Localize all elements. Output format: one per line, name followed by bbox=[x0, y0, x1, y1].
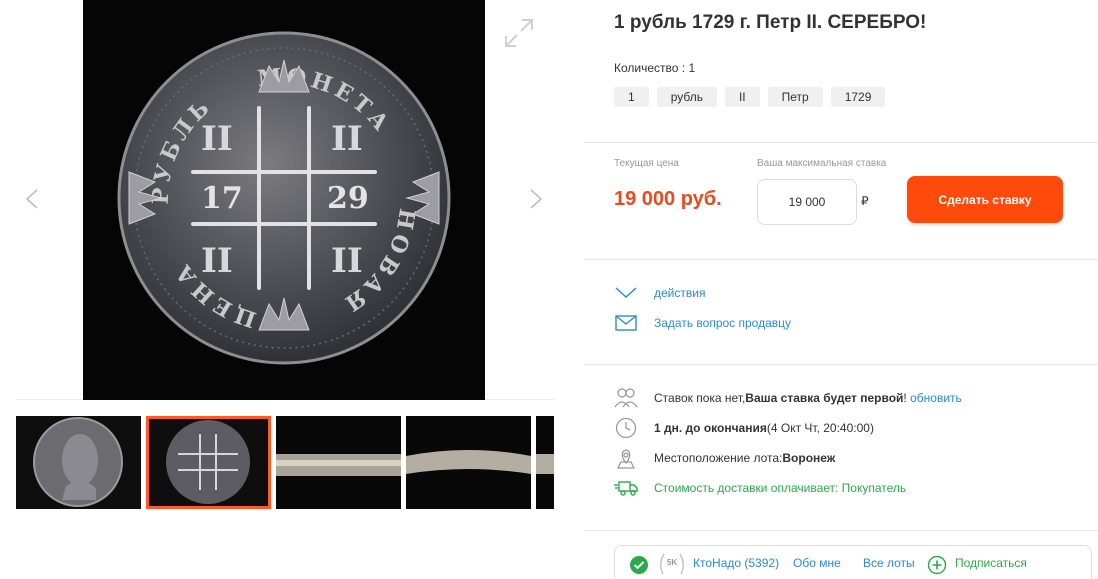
svg-text:II: II bbox=[201, 241, 233, 281]
currency-sign: ₽ bbox=[861, 194, 869, 208]
rating-badge: 5K bbox=[657, 550, 687, 578]
current-price-label: Текущая цена bbox=[614, 158, 679, 169]
thumbnail-edge-2[interactable] bbox=[406, 416, 531, 509]
location-label: Местоположение лота: bbox=[654, 451, 783, 465]
coin-reverse-photo: МОНЕТА РУБЛЬ НОВАЯ ЦЕНА bbox=[83, 0, 485, 400]
delivery-info: Стоимость доставки оплачивает: Покупател… bbox=[614, 477, 906, 499]
divider bbox=[584, 530, 1098, 531]
check-circle-icon bbox=[629, 555, 649, 579]
tag-item[interactable]: II bbox=[724, 87, 760, 107]
divider bbox=[584, 142, 1098, 143]
svg-text:II: II bbox=[331, 119, 363, 159]
expand-photo-button[interactable] bbox=[502, 16, 536, 50]
tag-list: 1 рубль II Петр 1729 bbox=[614, 87, 886, 107]
divider bbox=[584, 259, 1098, 260]
tag-item[interactable]: 1 bbox=[614, 87, 649, 107]
chevron-right-icon bbox=[530, 189, 543, 209]
refresh-link[interactable]: обновить bbox=[910, 391, 962, 405]
chevron-left-icon bbox=[25, 189, 38, 209]
thumbnail-reverse[interactable] bbox=[146, 416, 271, 509]
max-bid-label: Ваша максимальная ставка bbox=[757, 158, 887, 169]
svg-text:II: II bbox=[331, 241, 363, 281]
ask-seller-link[interactable]: Задать вопрос продавцу bbox=[614, 314, 791, 332]
main-photo[interactable]: МОНЕТА РУБЛЬ НОВАЯ ЦЕНА bbox=[83, 0, 485, 400]
thumbnail-edge-3[interactable] bbox=[536, 416, 554, 509]
bids-first-text: Ваша ставка будет первой bbox=[745, 391, 904, 405]
actions-label: действия bbox=[654, 286, 706, 300]
svg-text:II: II bbox=[201, 119, 233, 159]
thumbnail-edge-1[interactable] bbox=[276, 416, 401, 509]
seller-bar: 5K КтоНадо (5392) Обо мне Все лоты Подпи… bbox=[614, 545, 1092, 579]
expand-icon bbox=[505, 19, 533, 47]
place-bid-button[interactable]: Сделать ставку bbox=[907, 176, 1063, 223]
about-seller-link[interactable]: Обо мне bbox=[793, 556, 841, 570]
plus-circle-icon bbox=[927, 555, 947, 579]
image-gallery: МОНЕТА РУБЛЬ НОВАЯ ЦЕНА bbox=[16, 0, 554, 400]
time-left-bold: 1 дн. до окончания bbox=[654, 421, 767, 435]
truck-icon bbox=[614, 477, 638, 499]
coin-year-right: 29 bbox=[327, 181, 369, 216]
end-date: (4 Окт Чт, 20:40:00) bbox=[766, 421, 874, 435]
chevron-down-icon bbox=[614, 284, 638, 302]
ask-seller-label: Задать вопрос продавцу bbox=[654, 316, 792, 330]
all-lots-link[interactable]: Все лоты bbox=[863, 556, 915, 570]
quantity-label: Количество : 1 bbox=[614, 61, 696, 75]
users-icon bbox=[614, 387, 638, 409]
time-left: 1 дн. до окончания (4 Окт Чт, 20:40:00) bbox=[614, 417, 874, 439]
bids-exclamation: ! bbox=[903, 391, 907, 405]
seller-name-link[interactable]: КтоНадо (5392) bbox=[693, 556, 779, 570]
current-price: 19 000 руб. bbox=[614, 188, 722, 210]
subscribe-link[interactable]: Подписаться bbox=[955, 556, 1027, 570]
tag-item[interactable]: рубль bbox=[656, 87, 717, 107]
actions-toggle[interactable]: действия bbox=[614, 284, 705, 302]
prev-photo-button[interactable] bbox=[24, 188, 40, 210]
bids-status: Ставок пока нет, Ваша ставка будет перво… bbox=[614, 387, 962, 409]
clock-icon bbox=[614, 417, 638, 439]
thumbnail-obverse[interactable] bbox=[16, 416, 141, 509]
delivery-text: Стоимость доставки оплачивает: Покупател… bbox=[654, 481, 907, 495]
divider bbox=[584, 364, 1098, 365]
tag-item[interactable]: 1729 bbox=[830, 87, 886, 107]
lot-location: Местоположение лота: Воронеж bbox=[614, 447, 835, 469]
max-bid-input[interactable] bbox=[757, 179, 857, 225]
coin-year-left: 17 bbox=[201, 181, 243, 216]
next-photo-button[interactable] bbox=[528, 188, 544, 210]
envelope-icon bbox=[614, 314, 638, 332]
map-pin-icon bbox=[614, 447, 638, 469]
thumbnail-strip bbox=[16, 416, 554, 509]
bids-text: Ставок пока нет, bbox=[654, 391, 746, 405]
location-value: Воронеж bbox=[782, 451, 836, 465]
lot-title: 1 рубль 1729 г. Петр II. СЕРЕБРО! bbox=[614, 12, 927, 33]
rating-badge-text: 5K bbox=[666, 558, 678, 567]
tag-item[interactable]: Петр bbox=[767, 87, 823, 107]
